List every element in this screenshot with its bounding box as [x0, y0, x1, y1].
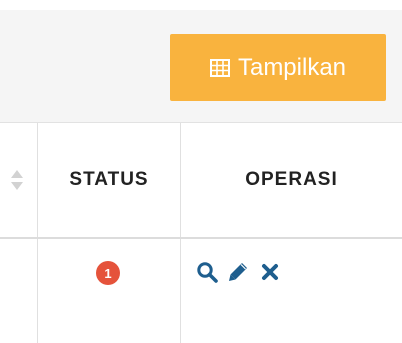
toolbar: Tampilkan [0, 10, 402, 123]
tampilkan-button-label: Tampilkan [237, 53, 347, 81]
page: Tampilkan STATUS OPERASI 1 [0, 0, 402, 343]
pencil-icon [229, 263, 247, 281]
table-header-row: STATUS OPERASI [0, 123, 402, 239]
tampilkan-button[interactable]: Tampilkan [170, 34, 386, 101]
column-header-operasi: OPERASI [245, 169, 338, 190]
table-row: 1 [0, 239, 402, 343]
search-icon [197, 262, 218, 283]
close-icon [262, 264, 278, 280]
table-icon [209, 58, 230, 77]
column-header-status[interactable]: STATUS [38, 123, 180, 237]
data-table: STATUS OPERASI 1 [0, 123, 402, 343]
view-button[interactable] [194, 259, 220, 285]
sort-icon[interactable] [10, 169, 24, 191]
delete-button[interactable] [257, 259, 283, 285]
edit-button[interactable] [225, 259, 251, 285]
status-badge: 1 [96, 261, 120, 285]
